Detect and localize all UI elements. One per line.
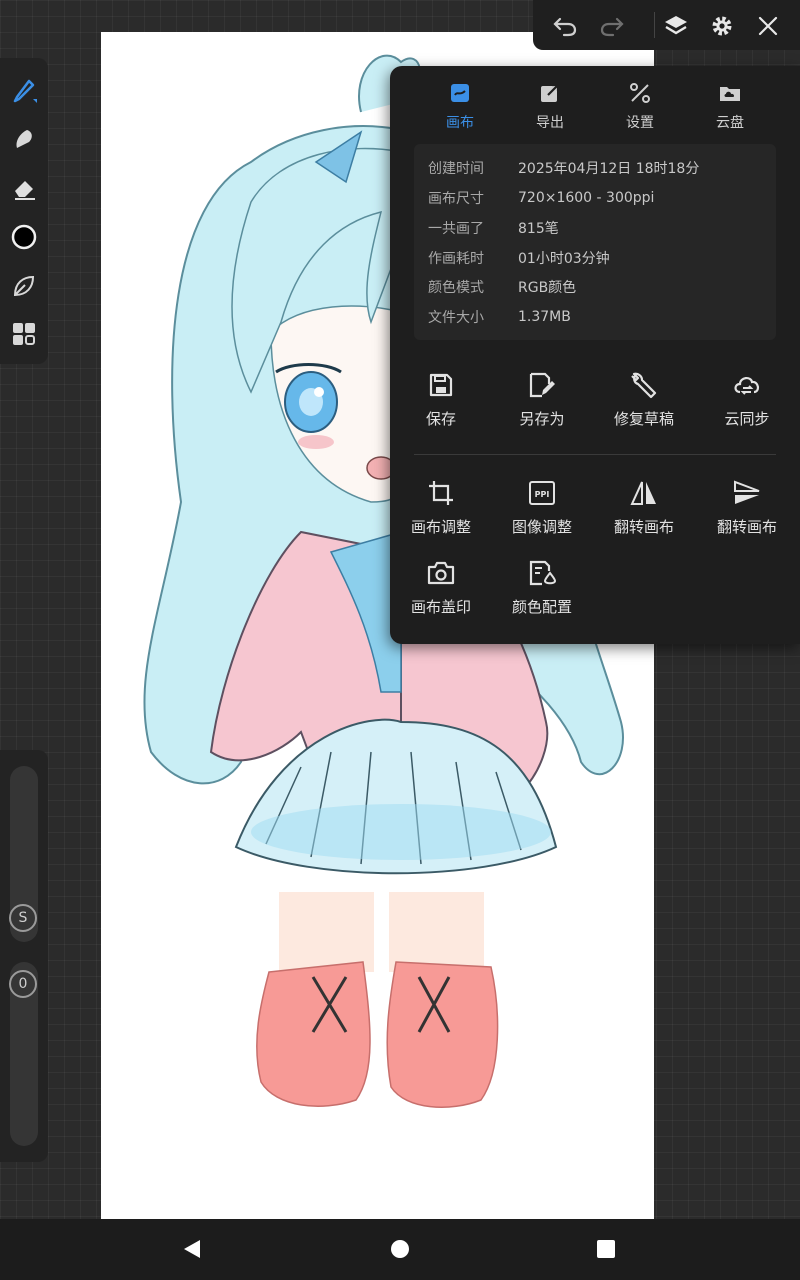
cloud-sync-button[interactable]: 云同步 [697, 370, 797, 436]
info-row-time: 作画耗时 01小时03分钟 [428, 246, 768, 270]
info-value: RGB颜色 [518, 280, 577, 296]
save-icon [426, 370, 456, 400]
color-profile-button[interactable]: 颜色配置 [492, 558, 592, 624]
canvas-adjust-label: 画布调整 [410, 518, 471, 536]
size-slider-thumb[interactable]: S [9, 904, 37, 932]
info-key: 文件大小 [428, 310, 484, 326]
undo-icon[interactable] [543, 4, 587, 48]
left-tool-panel [0, 58, 48, 364]
flip-canvas-horizontal-label: 翻转画布 [613, 518, 674, 536]
repair-draft-label: 修复草稿 [613, 410, 674, 428]
info-row-color-mode: 颜色模式 RGB颜色 [428, 275, 768, 299]
color-profile-icon [527, 558, 557, 588]
export-icon [537, 80, 563, 106]
info-key: 创建时间 [428, 161, 484, 177]
wrench-icon [629, 370, 659, 400]
settings-icon [627, 80, 653, 106]
tab-settings[interactable]: 设置 [595, 76, 685, 136]
redo-icon[interactable] [590, 4, 634, 48]
brush-sliders: S 0 [0, 750, 48, 1162]
ppi-icon: PPI [527, 478, 557, 508]
flip-horizontal-icon [629, 478, 659, 508]
panel-divider [414, 454, 776, 455]
leaf-icon[interactable] [0, 262, 48, 310]
info-value: 2025年04月12日 18时18分 [518, 161, 700, 177]
tab-export[interactable]: 导出 [505, 76, 595, 136]
save-button[interactable]: 保存 [391, 370, 491, 436]
eraser-icon[interactable] [0, 164, 48, 212]
home-icon[interactable] [380, 1231, 420, 1267]
camera-icon [426, 558, 456, 588]
canvas-menu-panel: 画布 导出 设置 云盘 创建时间 2025年04月12日 18时18分 画布尺寸… [390, 66, 800, 644]
tab-export-label: 导出 [536, 115, 564, 131]
flip-vertical-icon [732, 478, 762, 508]
opacity-slider-thumb[interactable]: 0 [9, 970, 37, 998]
image-adjust-button[interactable]: PPI 图像调整 [492, 478, 592, 544]
image-adjust-label: 图像调整 [511, 518, 572, 536]
cloud-sync-icon [732, 370, 762, 400]
top-action-bar [533, 0, 800, 50]
layers-icon[interactable] [654, 4, 698, 48]
info-value: 720×1600 - 300ppi [518, 190, 655, 206]
flip-canvas-vertical-label: 翻转画布 [716, 518, 777, 536]
save-as-button[interactable]: 另存为 [492, 370, 592, 436]
cloud-drive-icon [717, 80, 743, 106]
info-row-created: 创建时间 2025年04月12日 18时18分 [428, 156, 768, 180]
brush-icon[interactable] [0, 66, 48, 114]
info-value: 815笔 [518, 221, 559, 237]
save-as-icon [527, 370, 557, 400]
tab-settings-label: 设置 [626, 115, 654, 131]
flip-canvas-vertical-button[interactable]: 翻转画布 [697, 478, 797, 544]
save-as-label: 另存为 [519, 410, 565, 428]
canvas-stamp-button[interactable]: 画布盖印 [391, 558, 491, 624]
info-key: 颜色模式 [428, 280, 484, 296]
system-navigation-bar [0, 1219, 800, 1280]
grid-icon[interactable] [0, 310, 48, 358]
flip-canvas-horizontal-button[interactable]: 翻转画布 [594, 478, 694, 544]
canvas-icon [447, 80, 473, 106]
cloud-sync-label: 云同步 [724, 410, 770, 428]
color-profile-label: 颜色配置 [511, 598, 572, 616]
panel-tabs: 画布 导出 设置 云盘 [390, 76, 800, 136]
info-value: 1.37MB [518, 309, 571, 325]
tab-cloud-drive[interactable]: 云盘 [685, 76, 775, 136]
info-value: 01小时03分钟 [518, 251, 610, 267]
close-icon[interactable] [746, 4, 790, 48]
canvas-stamp-label: 画布盖印 [410, 598, 471, 616]
info-key: 画布尺寸 [428, 191, 484, 207]
info-row-strokes: 一共画了 815笔 [428, 216, 768, 240]
canvas-adjust-button[interactable]: 画布调整 [391, 478, 491, 544]
save-label: 保存 [425, 410, 456, 428]
ppi-icon-text: PPI [535, 490, 550, 499]
canvas-info-box: 创建时间 2025年04月12日 18时18分 画布尺寸 720×1600 - … [414, 144, 776, 340]
tab-cloud-drive-label: 云盘 [716, 115, 744, 131]
gear-icon[interactable] [700, 4, 744, 48]
info-key: 作画耗时 [428, 251, 484, 267]
smudge-icon[interactable] [0, 115, 48, 163]
color-icon[interactable] [0, 213, 48, 261]
recents-icon[interactable] [586, 1231, 626, 1267]
info-key: 一共画了 [428, 221, 484, 237]
repair-draft-button[interactable]: 修复草稿 [594, 370, 694, 436]
info-row-size: 画布尺寸 720×1600 - 300ppi [428, 186, 768, 210]
tab-canvas[interactable]: 画布 [415, 76, 505, 136]
crop-icon [426, 478, 456, 508]
info-row-file-size: 文件大小 1.37MB [428, 305, 768, 329]
back-icon[interactable] [172, 1231, 212, 1267]
tab-canvas-label: 画布 [446, 115, 474, 131]
